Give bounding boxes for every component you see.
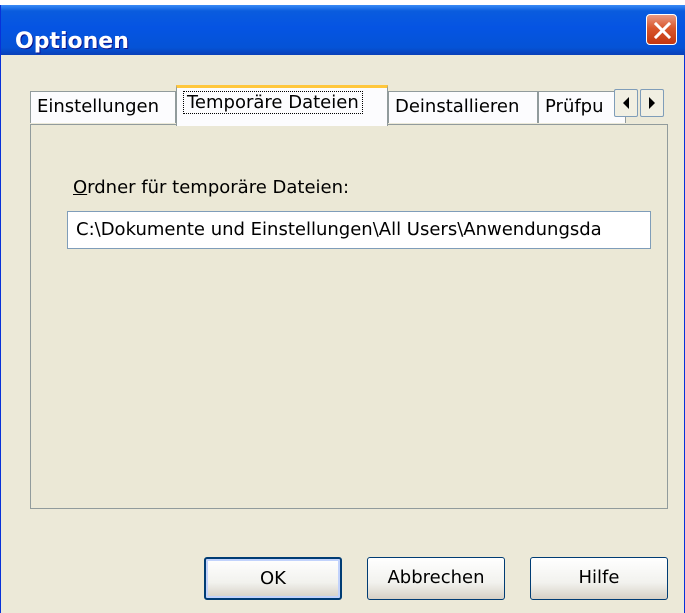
temp-folder-label: Ordner für temporäre Dateien:	[73, 177, 349, 198]
temp-folder-field[interactable]: C:\Dokumente und Einstellungen\All Users…	[67, 211, 651, 249]
title-bar[interactable]: Optionen	[1, 5, 685, 55]
close-icon	[653, 21, 672, 40]
arrow-right-icon	[649, 97, 655, 109]
tab-deinstallieren[interactable]: Deinstallieren	[388, 91, 538, 123]
window-title: Optionen	[15, 29, 129, 54]
tab-scroll-arrows	[614, 89, 668, 121]
tab-scroll-right-button[interactable]	[640, 89, 664, 117]
mnemonic-letter: O	[73, 177, 88, 198]
tab-temporaere-dateien[interactable]: Temporäre Dateien	[176, 85, 388, 126]
tab-label: Deinstallieren	[395, 96, 520, 117]
temp-folder-label-text: rdner für temporäre Dateien:	[87, 177, 350, 198]
tab-label: Einstellungen	[37, 96, 160, 117]
tab-pruefpunkte[interactable]: Prüfpu	[538, 91, 626, 123]
close-button[interactable]	[646, 14, 677, 45]
tab-strip: Einstellungen Temporäre Dateien Deinstal…	[30, 85, 670, 126]
help-button[interactable]: Hilfe	[530, 557, 668, 600]
tab-scroll-left-button[interactable]	[614, 89, 638, 117]
tab-label: Prüfpu	[545, 96, 604, 117]
arrow-left-icon	[623, 97, 629, 109]
tab-panel-temporaere-dateien: Ordner für temporäre Dateien: C:\Dokumen…	[30, 124, 668, 509]
ok-button[interactable]: OK	[204, 557, 342, 600]
tab-label: Temporäre Dateien	[183, 91, 363, 114]
cancel-button[interactable]: Abbrechen	[367, 557, 505, 600]
tab-einstellungen[interactable]: Einstellungen	[30, 91, 176, 123]
